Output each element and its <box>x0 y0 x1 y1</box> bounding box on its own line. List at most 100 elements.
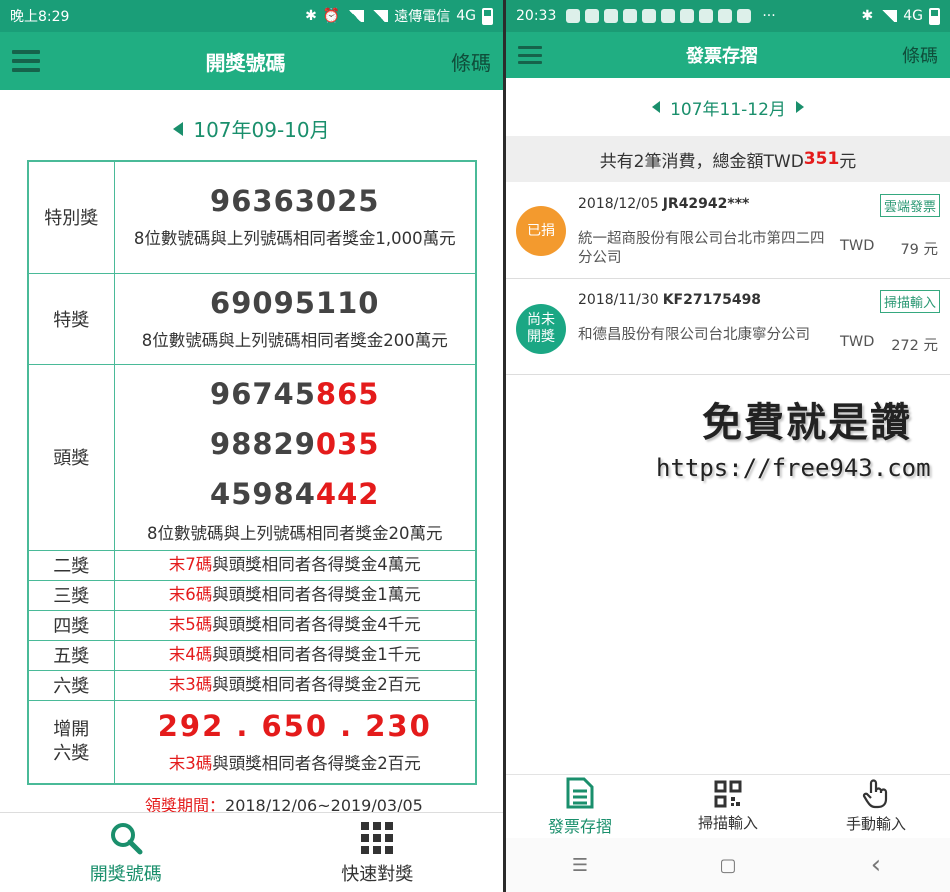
notification-icon <box>585 9 600 23</box>
prize-name: 特別獎 <box>27 160 115 274</box>
more-notifications-icon: ··· <box>762 8 776 24</box>
tab-winning-numbers[interactable]: 開獎號碼 <box>0 813 252 892</box>
prize-name: 五獎 <box>27 639 115 671</box>
prize-row-special: 特別獎 96363025 8位數號碼與上列號碼相同者獎金1,000萬元 <box>27 160 477 274</box>
prize-name: 三獎 <box>27 579 115 611</box>
digits-red: 末4碼 <box>168 645 213 664</box>
notification-icon <box>680 9 695 23</box>
prize-note: 與頭獎相同者各得獎金4千元 <box>212 615 421 634</box>
prize-row-extra: 增開 六獎 292 . 650 . 230 末3碼與頭獎相同者各得獎金2百元 <box>27 699 477 785</box>
status-bar: 晚上8:29 ✱ ⏰ 遠傳電信 4G <box>0 0 503 32</box>
period-label: 107年11-12月 <box>670 99 786 120</box>
right-phone-screen: 20:33 ··· ✱ 4G 發票存摺 條碼 107年11-12月 共有2筆消費… <box>506 0 950 892</box>
tab-scan-input[interactable]: 掃描輸入 <box>654 775 802 838</box>
source-tag[interactable]: 掃描輸入 <box>879 290 940 313</box>
winning-number: 45984442 <box>210 477 380 511</box>
prize-row-fourth: 四獎 末5碼與頭獎相同者各得獎金4千元 <box>27 609 477 641</box>
winning-number: 98829035 <box>210 427 380 461</box>
menu-icon[interactable] <box>518 46 542 64</box>
prize-row-fifth: 五獎 末4碼與頭獎相同者各得獎金1千元 <box>27 639 477 671</box>
keypad-icon <box>361 821 394 854</box>
prize-name: 六獎 <box>27 669 115 701</box>
period-selector: 107年09-10月 <box>0 114 503 143</box>
invoice-amount: 79 元 <box>900 242 938 258</box>
tab-invoice-book[interactable]: 發票存摺 <box>506 775 654 838</box>
summary-bar: 共有2筆消費，總金額TWD 351 元 <box>506 136 950 182</box>
invoice-amount: 272 元 <box>891 338 938 354</box>
bottom-nav: 發票存摺 掃描輸入 手動輸入 <box>506 774 950 838</box>
prize-note: 與頭獎相同者各得獎金4萬元 <box>212 555 421 574</box>
home-nav-icon[interactable]: ▢ <box>698 855 758 876</box>
currency: TWD <box>840 238 875 254</box>
tab-label: 快速對獎 <box>341 863 414 885</box>
invoice-item[interactable]: 已捐 2018/12/05 JR42942*** 雲端發票 統一超商股份有限公司台… <box>506 184 950 279</box>
period-selector: 107年11-12月 <box>506 96 950 120</box>
notification-icon <box>699 9 714 23</box>
prize-name: 四獎 <box>27 609 115 641</box>
prize-row-third: 三獎 末6碼與頭獎相同者各得獎金1萬元 <box>27 579 477 611</box>
total-amount: 351 <box>803 149 840 169</box>
prize-note: 與頭獎相同者各得獎金1千元 <box>212 645 421 664</box>
digits-red: 末3碼 <box>168 675 213 694</box>
prize-note: 8位數號碼與上列號碼相同者獎金20萬元 <box>147 524 443 543</box>
bottom-nav: 開獎號碼 快速對獎 <box>0 812 503 892</box>
bluetooth-icon: ✱ <box>305 8 317 24</box>
qr-code-icon <box>714 780 742 808</box>
prize-row-first: 頭獎 96745865 98829035 45984442 8位數號碼與上列號碼… <box>27 363 477 551</box>
tab-label: 發票存摺 <box>547 816 612 836</box>
digits-red: 末5碼 <box>168 615 213 634</box>
invoice-date: 2018/11/30 KF27175498 <box>578 292 762 308</box>
left-phone-screen: 晚上8:29 ✱ ⏰ 遠傳電信 4G 開獎號碼 條碼 107年09-10月 特別… <box>0 0 503 892</box>
invoice-item[interactable]: 尚未 開獎 2018/11/30 KF27175498 掃描輸入 和德昌股份有限公司… <box>506 280 950 375</box>
prize-name: 二獎 <box>27 549 115 581</box>
tab-label: 掃描輸入 <box>697 814 758 832</box>
winning-number: 69095110 <box>210 285 380 320</box>
search-icon <box>110 822 143 854</box>
app-bar: 發票存摺 條碼 <box>506 32 950 78</box>
status-network: 4G <box>456 8 476 24</box>
next-period-icon[interactable] <box>795 101 804 113</box>
digits-red: 末6碼 <box>168 585 213 604</box>
digits-red: 末7碼 <box>168 555 213 574</box>
page-title: 開獎號碼 <box>205 50 286 75</box>
watermark-title: 免費就是讚 <box>702 400 912 446</box>
status-network: 4G <box>903 8 923 24</box>
menu-icon[interactable] <box>12 50 40 72</box>
digits-red: 末3碼 <box>168 753 213 773</box>
menu-nav-icon[interactable]: ☰ <box>550 855 610 876</box>
status-carrier: 遠傳電信 <box>394 9 451 25</box>
barcode-button[interactable]: 條碼 <box>902 42 938 68</box>
prize-table: 特別獎 96363025 8位數號碼與上列號碼相同者獎金1,000萬元 特獎 6… <box>27 160 477 785</box>
notification-icon <box>718 9 733 23</box>
prize-row-second: 二獎 末7碼與頭獎相同者各得獎金4萬元 <box>27 549 477 581</box>
tab-quick-check[interactable]: 快速對獎 <box>252 813 504 892</box>
source-tag[interactable]: 雲端發票 <box>879 194 940 217</box>
prev-period-icon[interactable] <box>652 101 661 113</box>
invoice-date: 2018/12/05 JR42942*** <box>578 196 750 212</box>
hand-pointer-icon <box>862 779 888 809</box>
barcode-button[interactable]: 條碼 <box>451 47 491 76</box>
tab-manual-input[interactable]: 手動輸入 <box>802 775 950 838</box>
notification-icon <box>661 9 676 23</box>
extra-numbers: 292 . 650 . 230 <box>157 708 432 743</box>
winning-number: 96363025 <box>210 184 380 219</box>
currency: TWD <box>840 334 875 350</box>
prize-note: 與頭獎相同者各得獎金1萬元 <box>212 585 421 604</box>
watermark-url: https://free943.com <box>656 454 931 482</box>
invoice-code: JR42942*** <box>662 196 750 212</box>
app-bar: 開獎號碼 條碼 <box>0 32 503 90</box>
notification-icon <box>737 9 752 23</box>
signal-icon <box>879 10 898 22</box>
battery-icon <box>482 7 493 25</box>
prize-name: 增開 六獎 <box>27 699 115 785</box>
notification-icon <box>604 9 619 23</box>
status-badge: 已捐 <box>516 206 566 256</box>
page-title: 發票存摺 <box>686 46 758 67</box>
status-time: 晚上8:29 <box>10 9 70 25</box>
back-nav-icon[interactable]: ‹ <box>846 850 906 880</box>
prize-note: 與頭獎相同者各得獎金2百元 <box>212 675 421 694</box>
period-label: 107年09-10月 <box>193 118 330 142</box>
prize-row-grand: 特獎 69095110 8位數號碼與上列號碼相同者獎金200萬元 <box>27 272 477 365</box>
system-nav-bar: ☰ ▢ ‹ <box>506 838 950 892</box>
prev-period-icon[interactable] <box>173 121 184 136</box>
